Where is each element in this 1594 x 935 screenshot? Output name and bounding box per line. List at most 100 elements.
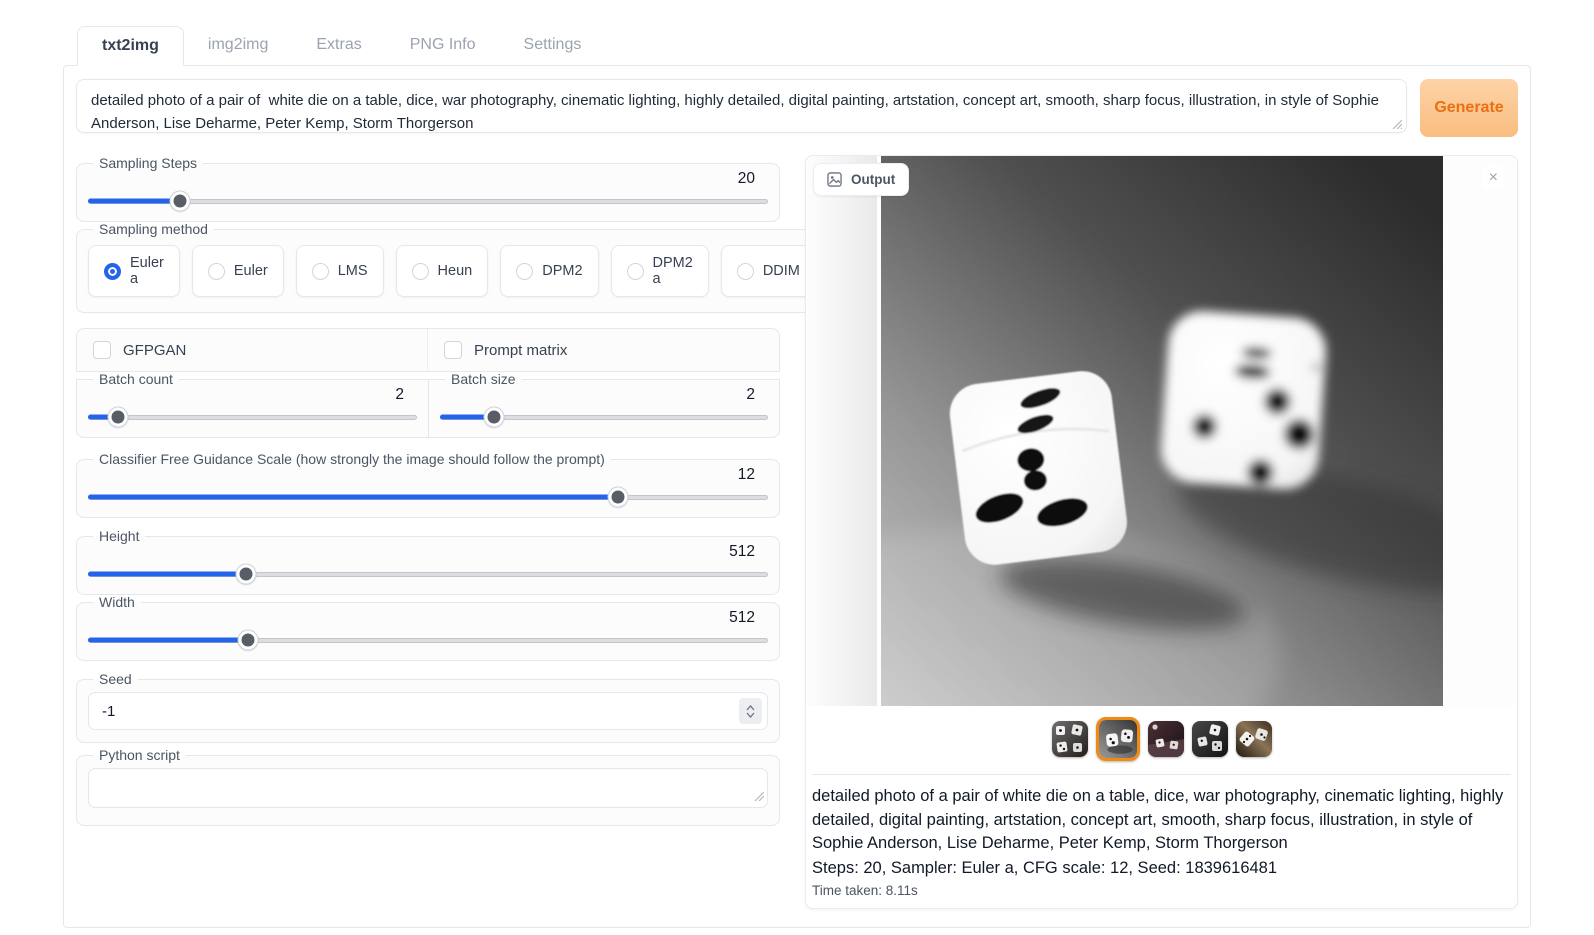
slider-handle[interactable] [238,631,257,650]
radio-icon [627,263,644,280]
python-script-input[interactable] [88,768,768,808]
prompt-row: detailed photo of a pair of white die on… [76,79,1518,138]
output-thumbnail-5[interactable] [1236,721,1272,757]
height-slider[interactable] [88,564,768,584]
close-output-button[interactable]: × [1482,166,1505,190]
output-thumbnail-3[interactable] [1148,721,1184,757]
gfpgan-label: GFPGAN [123,342,186,359]
chevron-down-icon [746,712,755,718]
seed-field: Seed [76,671,780,743]
app-root: txt2img img2img Extras PNG Info Settings… [63,26,1531,928]
radio-label: Heun [438,263,473,279]
sampling-steps-field: Sampling Steps 20 [76,155,780,222]
toggles-group: GFPGAN Prompt matrix [76,328,780,372]
radio-icon [312,263,329,280]
batch-count-label: Batch count [93,371,179,387]
prompt-matrix-label: Prompt matrix [474,342,567,359]
batch-group: Batch count 2 Batch size 2 [76,371,780,438]
number-stepper[interactable] [739,698,762,724]
radio-label: LMS [338,263,368,279]
seed-label: Seed [93,671,138,687]
slider-fill [88,199,180,204]
tab-extras[interactable]: Extras [292,26,385,65]
tab-png-info[interactable]: PNG Info [386,26,500,65]
width-label: Width [93,594,141,610]
radio-icon [516,263,533,280]
settings-column: Sampling Steps 20 Sampling method Euler … [76,155,780,826]
radio-euler-a[interactable]: Euler a [88,245,180,297]
radio-euler[interactable]: Euler [192,245,284,297]
output-label-text: Output [851,172,895,187]
stage-left-gradient [807,156,877,706]
checkbox-icon [93,341,111,359]
batch-count-field: Batch count 2 [76,371,429,438]
slider-handle[interactable] [485,408,504,427]
slider-track [88,199,768,204]
cfg-scale-field: Classifier Free Guidance Scale (how stro… [76,451,780,518]
batch-count-slider[interactable] [88,407,417,427]
radio-label: DPM2 a [653,255,693,287]
radio-label: Euler a [130,255,164,287]
radio-icon [412,263,429,280]
batch-size-field: Batch size 2 [428,371,780,438]
chevron-up-icon [746,705,755,711]
tab-settings[interactable]: Settings [500,26,606,65]
generated-image[interactable] [881,156,1443,706]
tab-bar: txt2img img2img Extras PNG Info Settings [63,26,1531,65]
radio-label: DDIM [763,263,800,279]
resize-handle-icon[interactable] [753,788,764,806]
output-prompt-text: detailed photo of a pair of white die on… [812,785,1511,856]
gfpgan-checkbox[interactable]: GFPGAN [77,329,428,371]
prompt-matrix-checkbox[interactable]: Prompt matrix [428,329,779,371]
width-field: Width 512 [76,594,780,661]
slider-handle[interactable] [237,565,256,584]
python-script-field: Python script [76,747,780,826]
sampling-method-label: Sampling method [93,221,214,237]
slider-handle[interactable] [609,488,628,507]
slider-fill [88,572,246,577]
image-icon [827,172,842,187]
batch-size-value: 2 [440,386,768,404]
sampling-method-options: Euler a Euler LMS Heun DPM2 DPM2 a DDIM … [88,238,925,302]
cfg-scale-label: Classifier Free Guidance Scale (how stro… [93,451,611,467]
radio-ddim[interactable]: DDIM [721,245,816,297]
radio-dpm2-a[interactable]: DPM2 a [611,245,709,297]
slider-fill [88,495,618,500]
sampling-steps-label: Sampling Steps [93,155,203,171]
cfg-scale-slider[interactable] [88,487,768,507]
slider-handle[interactable] [171,192,190,211]
python-script-label: Python script [93,747,186,763]
width-value: 512 [88,609,768,627]
height-field: Height 512 [76,528,780,595]
batch-size-label: Batch size [445,371,522,387]
radio-dpm2[interactable]: DPM2 [500,245,598,297]
thumbnail-strip [806,716,1517,762]
tab-txt2img[interactable]: txt2img [77,26,184,66]
output-thumbnail-4[interactable] [1192,721,1228,757]
width-slider[interactable] [88,630,768,650]
radio-lms[interactable]: LMS [296,245,384,297]
radio-label: DPM2 [542,263,582,279]
output-time-taken: Time taken: 8.11s [812,883,1511,898]
sampling-steps-slider[interactable] [88,191,768,211]
radio-heun[interactable]: Heun [396,245,489,297]
prompt-input[interactable]: detailed photo of a pair of white die on… [76,79,1407,133]
slider-fill [88,638,248,643]
batch-count-value: 2 [88,386,417,404]
image-stage [806,156,1517,706]
slider-handle[interactable] [108,408,127,427]
prompt-box: detailed photo of a pair of white die on… [76,79,1407,138]
output-thumbnail-2-selected[interactable] [1096,717,1140,761]
resize-handle-icon[interactable] [1391,116,1402,134]
seed-input-wrap [88,692,768,730]
checkbox-icon [444,341,462,359]
seed-input[interactable] [88,692,768,730]
radio-icon [104,263,121,280]
tab-img2img[interactable]: img2img [184,26,292,65]
batch-size-slider[interactable] [440,407,768,427]
output-thumbnail-1[interactable] [1052,721,1088,757]
cfg-scale-value: 12 [88,466,768,484]
output-tab-label: Output [813,163,909,196]
sampling-steps-value: 20 [88,170,768,188]
generate-button[interactable]: Generate [1420,79,1518,137]
